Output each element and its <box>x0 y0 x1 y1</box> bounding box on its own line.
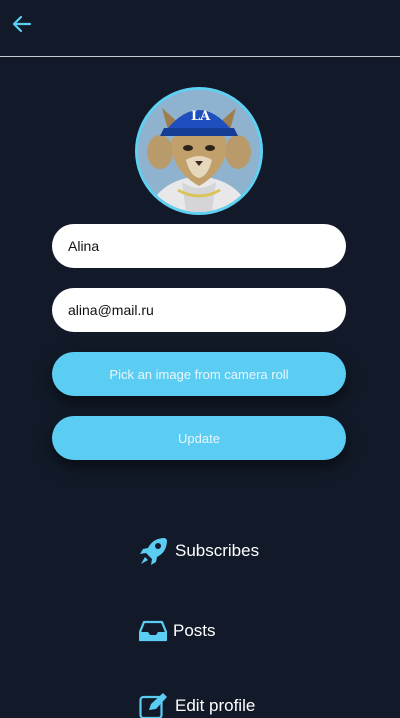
avatar[interactable]: LA <box>135 87 263 215</box>
menu-item-label: Edit profile <box>175 696 256 715</box>
name-field[interactable] <box>52 224 346 268</box>
email-field[interactable] <box>52 288 346 332</box>
app-header <box>0 0 400 57</box>
pick-image-button[interactable]: Pick an image from camera roll <box>52 352 346 396</box>
update-button[interactable]: Update <box>52 416 346 460</box>
svg-text:LA: LA <box>191 109 211 124</box>
avatar-image: LA <box>138 90 260 212</box>
back-button[interactable] <box>10 14 34 38</box>
edit-icon <box>139 693 169 718</box>
rocket-icon <box>139 536 169 566</box>
menu-item-edit-profile[interactable]: Edit profile <box>139 693 255 718</box>
menu-item-posts[interactable]: Posts <box>139 620 216 642</box>
menu-item-label: Subscribes <box>175 541 260 560</box>
menu-item-subscribes[interactable]: Subscribes <box>139 536 259 566</box>
profile-screen: LA Pick an image from camera roll Update… <box>0 0 400 718</box>
menu-item-label: Posts <box>173 621 216 640</box>
arrow-left-icon <box>12 14 32 38</box>
inbox-icon <box>139 620 167 642</box>
